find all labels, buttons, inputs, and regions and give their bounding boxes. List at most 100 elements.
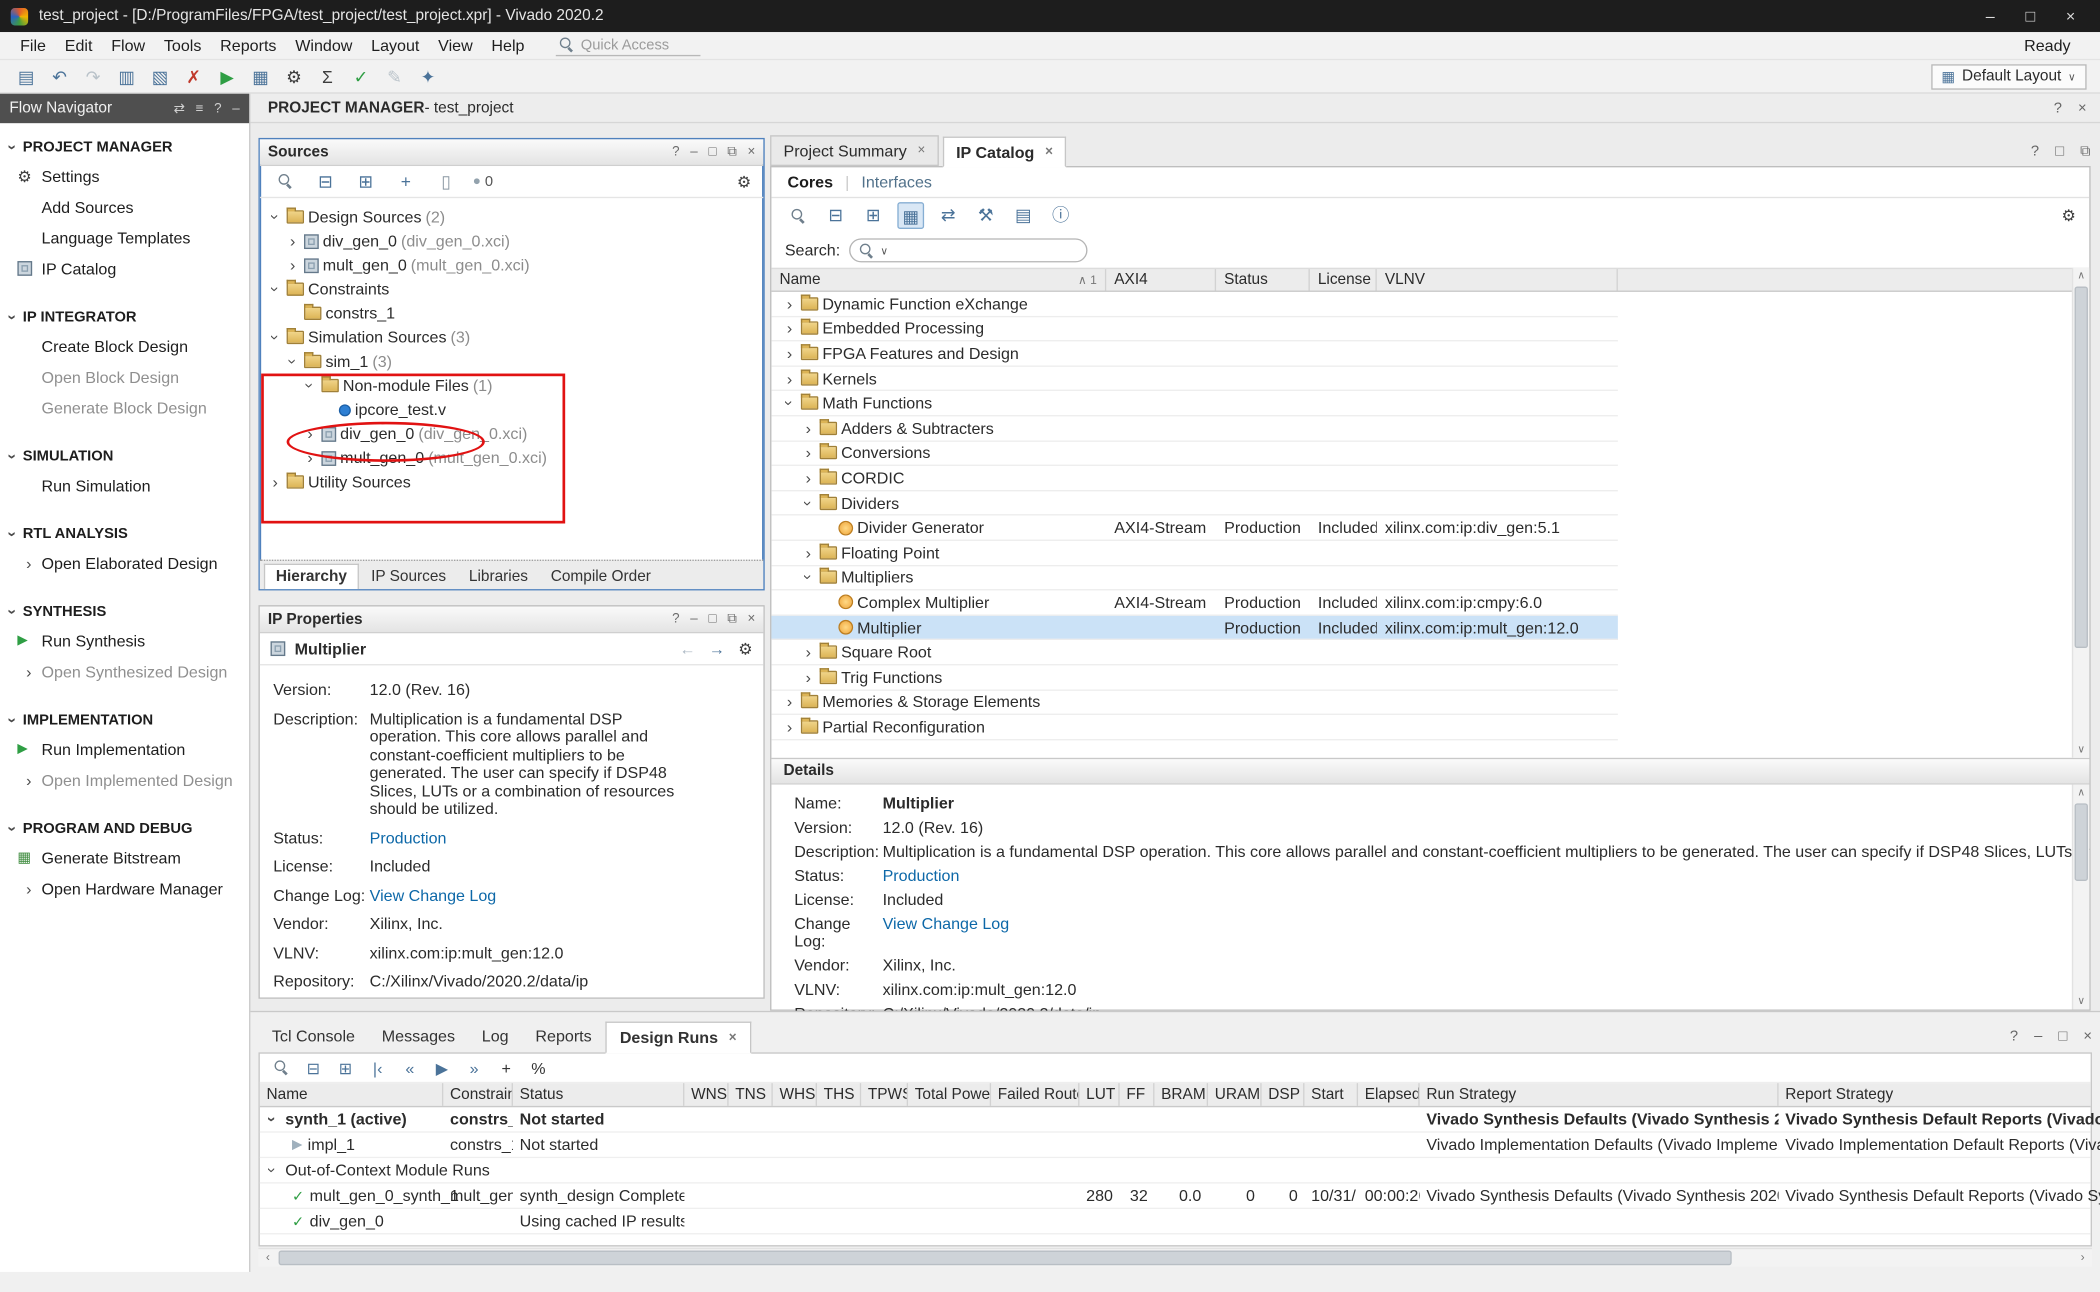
close-panel-icon[interactable]: × <box>748 145 756 160</box>
maximize-panel-icon[interactable]: □ <box>2055 143 2064 160</box>
menu-reports[interactable]: Reports <box>211 36 286 55</box>
column-header-name[interactable]: Name∧ 1 <box>771 269 1106 290</box>
paste-icon[interactable]: ▧ <box>147 64 172 89</box>
tab-ip-sources[interactable]: IP Sources <box>360 564 456 589</box>
horizontal-scrollbar[interactable]: ‹ › <box>258 1248 2091 1267</box>
menu-file[interactable]: File <box>11 36 56 55</box>
maximize-icon[interactable]: □ <box>2020 7 2041 26</box>
flow-item-open-implemented-design[interactable]: ›Open Implemented Design <box>0 764 249 795</box>
flow-item-create-block-design[interactable]: Create Block Design <box>0 331 249 362</box>
tree-item-constrs-1[interactable]: ›constrs_1 <box>260 301 764 325</box>
chevron-down-icon[interactable]: › <box>5 604 21 619</box>
expand-all-icon[interactable]: ⊞ <box>860 202 887 229</box>
scroll-up-icon[interactable]: ∧ <box>2073 785 2089 801</box>
tab-compile-order[interactable]: Compile Order <box>540 564 662 589</box>
float-panel-icon[interactable]: ⧉ <box>727 612 737 627</box>
catalog-row-fpga-features-and-design[interactable]: ›FPGA Features and Design <box>771 342 1617 367</box>
chevron-down-icon[interactable]: › <box>5 449 21 464</box>
catalog-row-multipliers[interactable]: ›Multipliers <box>771 566 1617 591</box>
menu-icon[interactable]: ≡ <box>196 101 204 116</box>
field-value[interactable]: View Change Log <box>370 887 697 905</box>
redo-icon[interactable]: ↷ <box>80 64 105 89</box>
tree-item-div-gen-0[interactable]: ›div_gen_0(div_gen_0.xci) <box>260 422 764 446</box>
chevron-right-icon[interactable]: › <box>801 669 816 685</box>
tab-libraries[interactable]: Libraries <box>458 564 539 589</box>
field-value[interactable]: View Change Log <box>883 916 1010 951</box>
subtab-cores[interactable]: Cores <box>788 173 834 192</box>
tab-hierarchy[interactable]: Hierarchy <box>264 564 359 589</box>
chevron-down-icon[interactable]: › <box>5 821 21 836</box>
flow-section-header[interactable]: ›RTL ANALYSIS <box>0 519 249 547</box>
add-sources-icon[interactable]: + <box>392 168 419 195</box>
column-header-constraints[interactable]: Constraints <box>443 1083 513 1106</box>
column-header-run-strategy[interactable]: Run Strategy <box>1420 1083 1779 1106</box>
percent-icon[interactable]: % <box>529 1058 548 1077</box>
search-icon[interactable] <box>785 202 812 229</box>
layout-select[interactable]: ▦ Default Layout ∨ <box>1931 64 2087 89</box>
flow-item-run-simulation[interactable]: Run Simulation <box>0 470 249 501</box>
flow-item-generate-block-design[interactable]: Generate Block Design <box>0 392 249 423</box>
catalog-row-complex-multiplier[interactable]: ›Complex MultiplierAXI4-StreamProduction… <box>771 591 1617 616</box>
tree-item-ipcore-test-v[interactable]: ›ipcore_test.v <box>260 398 764 422</box>
close-tab-icon[interactable]: × <box>917 143 925 158</box>
minimize-panel-icon[interactable]: ‒ <box>232 101 239 116</box>
sum-icon[interactable]: Σ <box>315 64 340 89</box>
catalog-row-dividers[interactable]: ›Dividers <box>771 491 1617 516</box>
chevron-down-icon[interactable]: › <box>5 139 21 154</box>
catalog-row-trig-functions[interactable]: ›Trig Functions <box>771 665 1617 690</box>
close-tab-icon[interactable]: × <box>1045 145 1053 160</box>
column-header-bram[interactable]: BRAM <box>1154 1083 1208 1106</box>
chevron-right-icon[interactable]: › <box>285 233 300 249</box>
chevron-right-icon[interactable]: › <box>21 880 36 896</box>
catalog-row-math-functions[interactable]: ›Math Functions <box>771 391 1617 416</box>
help-icon[interactable]: ? <box>2031 143 2039 160</box>
collapse-all-icon[interactable]: ⊟ <box>304 1058 323 1077</box>
scroll-left-icon[interactable]: ‹ <box>258 1249 277 1266</box>
edit-icon[interactable]: ✎ <box>382 64 407 89</box>
table-view-icon[interactable]: ▤ <box>1010 202 1037 229</box>
chevron-down-icon[interactable]: › <box>302 378 318 393</box>
compare-versions-icon[interactable]: ⇄ <box>935 202 962 229</box>
catalog-scrollbar[interactable]: ∧ ∨ <box>2072 268 2089 758</box>
chevron-right-icon[interactable]: › <box>303 426 318 442</box>
tree-item-sim-1[interactable]: ›sim_1(3) <box>260 349 764 373</box>
chevron-right-icon[interactable]: › <box>782 321 797 337</box>
column-header-total-power[interactable]: Total Power <box>908 1083 991 1106</box>
close-panel-icon[interactable]: × <box>2078 100 2087 116</box>
column-header-license[interactable]: License <box>1310 269 1377 290</box>
catalog-row-adders-subtracters[interactable]: ›Adders & Subtracters <box>771 416 1617 441</box>
ip-properties-header[interactable]: IP Properties ? ‒ □ ⧉ × <box>260 607 764 634</box>
maximize-panel-icon[interactable]: □ <box>2058 1028 2067 1044</box>
chevron-down-icon[interactable]: › <box>267 282 283 297</box>
step-back-icon[interactable]: « <box>400 1058 419 1077</box>
help-icon[interactable]: ? <box>672 612 679 627</box>
scrollbar-thumb[interactable] <box>2075 803 2088 881</box>
float-panel-icon[interactable]: ⧉ <box>2080 143 2091 160</box>
run-row-out-of-context-module-runs[interactable]: ›Out-of-Context Module Runs <box>260 1158 2091 1183</box>
menu-tools[interactable]: Tools <box>155 36 211 55</box>
quick-access-search[interactable]: Quick Access <box>555 35 700 56</box>
catalog-row-dynamic-function-exchange[interactable]: ›Dynamic Function eXchange <box>771 292 1617 317</box>
menu-flow[interactable]: Flow <box>102 36 155 55</box>
chevron-right-icon[interactable]: › <box>801 644 816 660</box>
menu-layout[interactable]: Layout <box>362 36 429 55</box>
sources-panel-header[interactable]: Sources ? ‒ □ ⧉ × <box>260 139 764 166</box>
flow-item-run-implementation[interactable]: ▶Run Implementation <box>0 734 249 765</box>
catalog-search-input[interactable]: ∨ <box>850 238 1088 262</box>
help-icon[interactable]: ? <box>2010 1028 2018 1044</box>
run-row-impl-1[interactable]: ▶impl_1constrs_1Not startedVivado Implem… <box>260 1133 2091 1158</box>
scroll-up-icon[interactable]: ∧ <box>2073 268 2089 284</box>
tab-project-summary[interactable]: Project Summary× <box>770 135 939 166</box>
catalog-row-multiplier[interactable]: ›MultiplierProductionIncludedxilinx.com:… <box>771 615 1617 640</box>
settings-gear-icon[interactable]: ⚙ <box>738 639 752 658</box>
close-icon[interactable]: × <box>2060 7 2081 26</box>
chevron-down-icon[interactable]: › <box>5 309 21 324</box>
scrollbar-thumb[interactable] <box>279 1250 1732 1265</box>
search-icon[interactable] <box>272 168 299 195</box>
run-row-div-gen-0[interactable]: ✓div_gen_0Using cached IP results <box>260 1209 2091 1234</box>
close-panel-icon[interactable]: × <box>2083 1028 2092 1044</box>
run-row-synth-1-active[interactable]: ›synth_1 (active)constrs_1Not startedViv… <box>260 1107 2091 1132</box>
details-bar[interactable]: Details <box>771 758 2089 785</box>
catalog-row-partial-reconfiguration[interactable]: ›Partial Reconfiguration <box>771 715 1617 740</box>
menu-window[interactable]: Window <box>286 36 362 55</box>
